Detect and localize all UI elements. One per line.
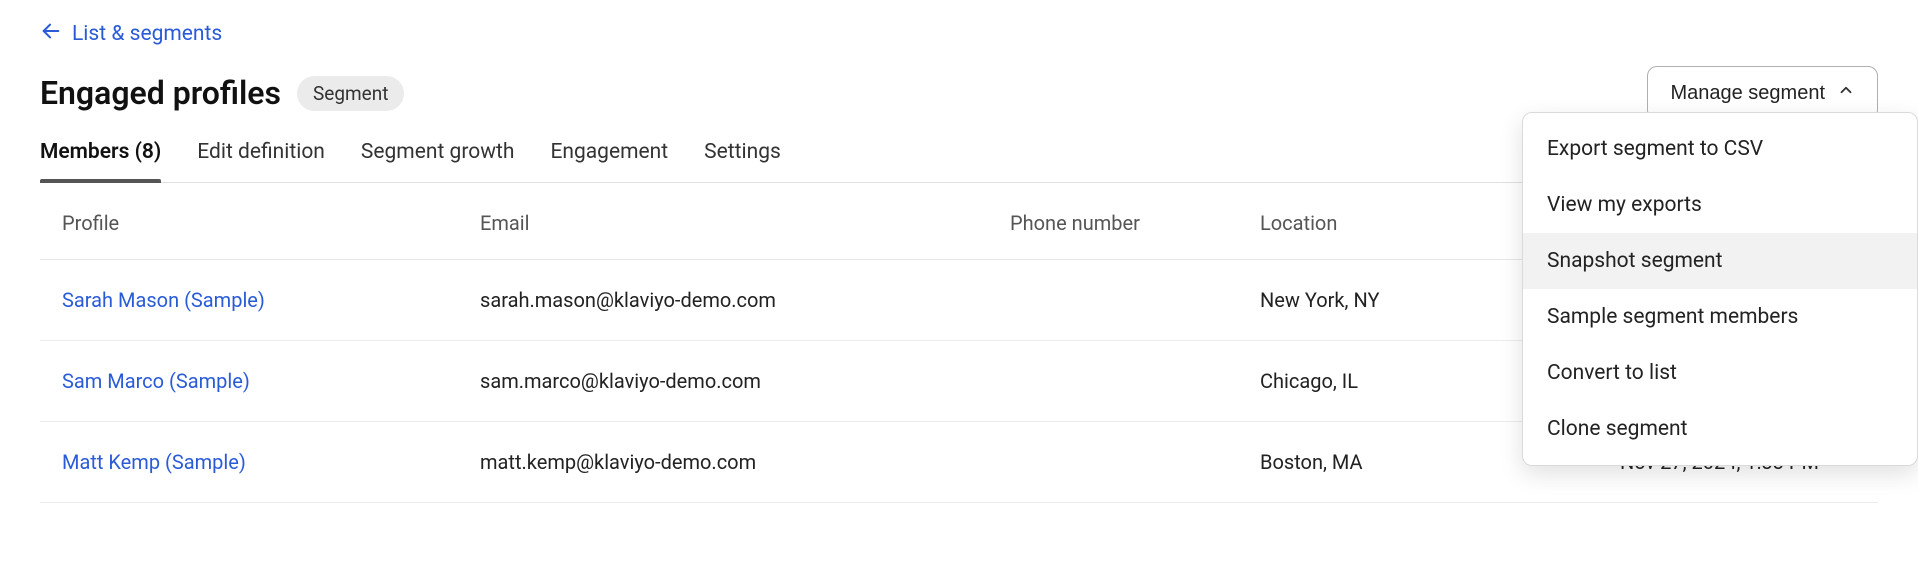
profile-cell: Sarah Mason (Sample) — [40, 260, 480, 341]
breadcrumb-label: List & segments — [72, 22, 222, 46]
page-title: Engaged profiles — [40, 74, 281, 112]
email-cell: matt.kemp@klaviyo-demo.com — [480, 422, 1010, 503]
dropdown-item-export-segment-to-csv[interactable]: Export segment to CSV — [1523, 121, 1917, 177]
tab-settings[interactable]: Settings — [704, 140, 781, 182]
profile-link[interactable]: Sarah Mason (Sample) — [62, 288, 265, 312]
phone-cell — [1010, 341, 1260, 422]
phone-cell — [1010, 260, 1260, 341]
tab-members-8[interactable]: Members (8) — [40, 140, 161, 182]
email-cell: sam.marco@klaviyo-demo.com — [480, 341, 1010, 422]
dropdown-item-clone-segment[interactable]: Clone segment — [1523, 401, 1917, 457]
profile-link[interactable]: Sam Marco (Sample) — [62, 369, 250, 393]
column-header-profile: Profile — [40, 183, 480, 260]
dropdown-item-snapshot-segment[interactable]: Snapshot segment — [1523, 233, 1917, 289]
tab-segment-growth[interactable]: Segment growth — [361, 140, 515, 182]
email-cell: sarah.mason@klaviyo-demo.com — [480, 260, 1010, 341]
profile-cell: Sam Marco (Sample) — [40, 341, 480, 422]
dropdown-item-sample-segment-members[interactable]: Sample segment members — [1523, 289, 1917, 345]
arrow-left-icon — [40, 20, 62, 48]
column-header-email: Email — [480, 183, 1010, 260]
tab-edit-definition[interactable]: Edit definition — [197, 140, 325, 182]
chevron-up-icon — [1837, 81, 1855, 105]
tab-engagement[interactable]: Engagement — [550, 140, 668, 182]
profile-cell: Matt Kemp (Sample) — [40, 422, 480, 503]
dropdown-item-view-my-exports[interactable]: View my exports — [1523, 177, 1917, 233]
manage-segment-dropdown: Export segment to CSVView my exportsSnap… — [1522, 112, 1918, 466]
profile-link[interactable]: Matt Kemp (Sample) — [62, 450, 246, 474]
dropdown-item-convert-to-list[interactable]: Convert to list — [1523, 345, 1917, 401]
breadcrumb[interactable]: List & segments — [40, 20, 1878, 48]
column-header-phone: Phone number — [1010, 183, 1260, 260]
manage-segment-label: Manage segment — [1670, 82, 1825, 105]
segment-badge: Segment — [297, 76, 404, 111]
phone-cell — [1010, 422, 1260, 503]
